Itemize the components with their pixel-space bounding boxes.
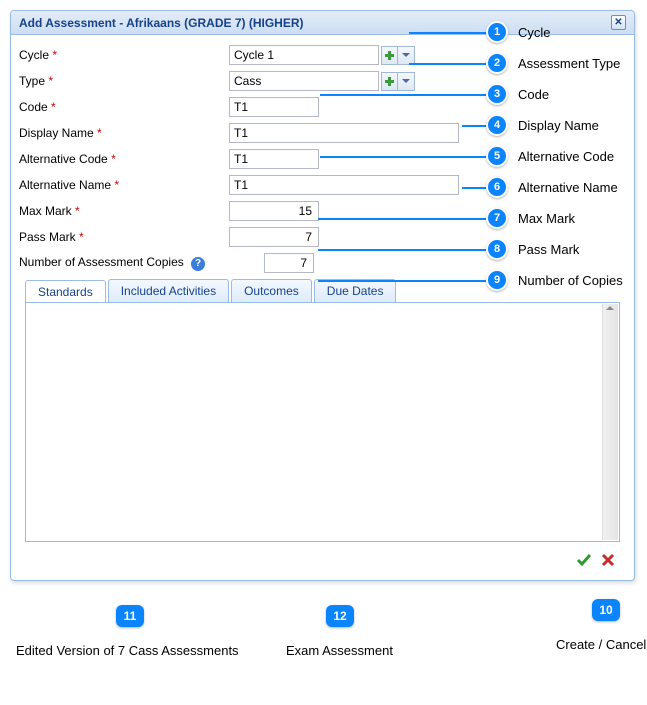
- tab-outcomes[interactable]: Outcomes: [231, 279, 312, 302]
- callout-10-label: Create / Cancel: [556, 637, 646, 652]
- alt-name-input[interactable]: [229, 175, 459, 195]
- callout-12-label: Exam Assessment: [286, 643, 393, 658]
- cycle-label: Cycle *: [19, 48, 229, 62]
- copies-input[interactable]: [264, 253, 314, 273]
- tab-included-activities[interactable]: Included Activities: [108, 279, 229, 302]
- copies-label: Number of Assessment Copies ?: [19, 255, 264, 271]
- dialog-footer: [19, 548, 626, 574]
- alt-code-label: Alternative Code *: [19, 152, 229, 166]
- help-icon[interactable]: ?: [191, 257, 205, 271]
- tab-content: [25, 302, 620, 542]
- callout-10: 10: [592, 599, 620, 621]
- display-name-label: Display Name *: [19, 126, 229, 140]
- alt-code-input[interactable]: [229, 149, 319, 169]
- form-body: Cycle * Type * Code * Di: [11, 35, 634, 580]
- close-icon[interactable]: ✕: [611, 15, 626, 30]
- cancel-icon[interactable]: [600, 552, 616, 568]
- dialog-title: Add Assessment - Afrikaans (GRADE 7) (HI…: [19, 16, 304, 30]
- display-name-input[interactable]: [229, 123, 459, 143]
- add-assessment-dialog: Add Assessment - Afrikaans (GRADE 7) (HI…: [10, 10, 635, 581]
- chevron-down-icon: [402, 53, 410, 57]
- scrollbar[interactable]: [602, 304, 618, 540]
- callout-11-label: Edited Version of 7 Cass Assessments: [16, 643, 239, 658]
- tabs: Standards Included Activities Outcomes D…: [19, 279, 626, 302]
- code-input[interactable]: [229, 97, 319, 117]
- max-mark-label: Max Mark *: [19, 204, 229, 218]
- dialog-header: Add Assessment - Afrikaans (GRADE 7) (HI…: [11, 11, 634, 35]
- tab-due-dates[interactable]: Due Dates: [314, 279, 397, 302]
- below-annotations: 10 Create / Cancel 11 Edited Version of …: [10, 599, 635, 679]
- cycle-add-icon[interactable]: [381, 46, 398, 65]
- callout-11: 11: [116, 605, 144, 627]
- callout-12: 12: [326, 605, 354, 627]
- cycle-input[interactable]: [229, 45, 379, 65]
- chevron-down-icon: [402, 79, 410, 83]
- cycle-dropdown-icon[interactable]: [398, 46, 415, 65]
- type-add-icon[interactable]: [381, 72, 398, 91]
- max-mark-input[interactable]: [229, 201, 319, 221]
- type-label: Type *: [19, 74, 229, 88]
- type-input[interactable]: [229, 71, 379, 91]
- confirm-icon[interactable]: [576, 552, 592, 568]
- code-label: Code *: [19, 100, 229, 114]
- tab-standards[interactable]: Standards: [25, 280, 106, 303]
- alt-name-label: Alternative Name *: [19, 178, 229, 192]
- pass-mark-label: Pass Mark *: [19, 230, 229, 244]
- pass-mark-input[interactable]: [229, 227, 319, 247]
- type-dropdown-icon[interactable]: [398, 72, 415, 91]
